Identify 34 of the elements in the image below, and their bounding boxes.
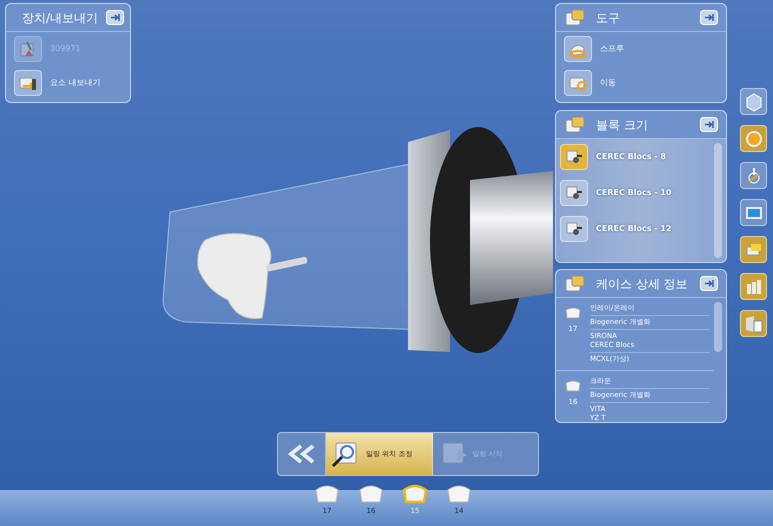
tool-item[interactable]: 이동 xyxy=(556,66,726,100)
tooth-icon xyxy=(400,482,430,506)
panel-title: 케이스 상세 정보 xyxy=(596,276,689,292)
item-label: CEREC Blocs - 12 xyxy=(596,223,672,235)
panel-title: 도구 xyxy=(596,10,621,26)
block-size-item[interactable]: CEREC Blocs - 8 xyxy=(556,139,714,175)
pin-icon[interactable] xyxy=(700,117,718,132)
toolbar-button[interactable] xyxy=(740,125,767,152)
toolbar-button[interactable] xyxy=(740,199,767,226)
scrollbar[interactable] xyxy=(714,302,722,352)
toolbar-button[interactable] xyxy=(740,88,767,115)
pin-icon[interactable] xyxy=(700,276,718,291)
toolbar-button[interactable] xyxy=(740,273,767,300)
item-label: 이동 xyxy=(600,77,616,89)
item-label: 요소 내보내기 xyxy=(50,77,101,89)
toolbar-button[interactable] xyxy=(740,310,767,337)
tooth-icon xyxy=(564,306,582,320)
block-size-item[interactable]: CEREC Blocs - 10 xyxy=(556,175,714,211)
item-label: 스프루 xyxy=(600,43,624,55)
double-chevron-icon xyxy=(286,444,316,464)
tool-item[interactable]: 스프루 xyxy=(556,32,726,66)
item-label: CEREC Blocs - 8 xyxy=(596,151,666,163)
toolbar-button[interactable] xyxy=(740,162,767,189)
toolbar-button[interactable] xyxy=(740,236,767,263)
item-label: 309971 xyxy=(50,43,81,55)
item-label: CEREC Blocs - 10 xyxy=(596,187,672,199)
pin-icon[interactable] xyxy=(106,10,124,25)
export-item[interactable]: 요소 내보내기 xyxy=(6,66,130,100)
pin-icon[interactable] xyxy=(700,10,718,25)
scrollbar[interactable] xyxy=(714,143,722,258)
block-size-item[interactable]: CEREC Blocs - 12 xyxy=(556,211,714,247)
panel-title: 장치/내보내기 xyxy=(22,10,98,26)
tooth-icon xyxy=(564,379,582,393)
panel-title: 블록 크기 xyxy=(596,116,649,134)
